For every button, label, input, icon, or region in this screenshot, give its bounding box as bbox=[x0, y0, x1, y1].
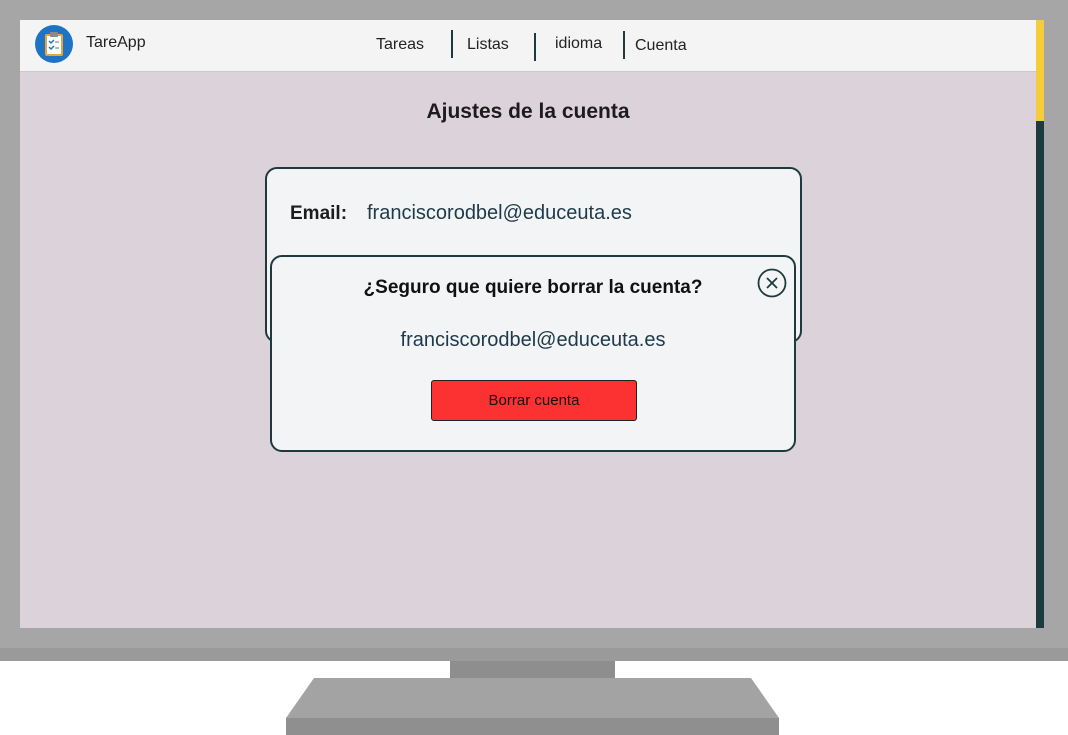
nav-item-listas[interactable]: Listas bbox=[467, 36, 509, 54]
nav-item-tareas[interactable]: Tareas bbox=[376, 36, 424, 54]
nav-item-idioma[interactable]: idioma bbox=[555, 35, 602, 53]
nav-divider bbox=[623, 31, 625, 59]
desktop-page: TareApp Tareas Listas idioma Cuenta Ajus… bbox=[0, 0, 1068, 735]
nav-divider bbox=[534, 33, 536, 61]
email-value: franciscorodbel@educeuta.es bbox=[367, 202, 632, 224]
clipboard-icon[interactable] bbox=[35, 25, 73, 63]
modal-title: ¿Seguro que quiere borrar la cuenta? bbox=[363, 277, 703, 298]
nav-item-cuenta[interactable]: Cuenta bbox=[635, 37, 687, 55]
top-navbar: TareApp Tareas Listas idioma Cuenta bbox=[20, 20, 1036, 72]
email-label: Email: bbox=[290, 203, 348, 224]
app-screen: TareApp Tareas Listas idioma Cuenta Ajus… bbox=[20, 20, 1036, 628]
delete-account-button[interactable]: Borrar cuenta bbox=[431, 380, 637, 421]
page-title: Ajustes de la cuenta bbox=[426, 100, 630, 123]
scrollbar-thumb[interactable] bbox=[1036, 20, 1044, 121]
monitor-stand-base bbox=[286, 678, 779, 735]
modal-email: franciscorodbel@educeuta.es bbox=[400, 329, 666, 351]
nav-divider bbox=[451, 30, 453, 58]
monitor-bezel-bottom bbox=[0, 648, 1068, 661]
delete-account-modal: ¿Seguro que quiere borrar la cuenta? fra… bbox=[270, 255, 796, 452]
app-name: TareApp bbox=[86, 34, 146, 51]
close-icon[interactable] bbox=[757, 268, 787, 298]
